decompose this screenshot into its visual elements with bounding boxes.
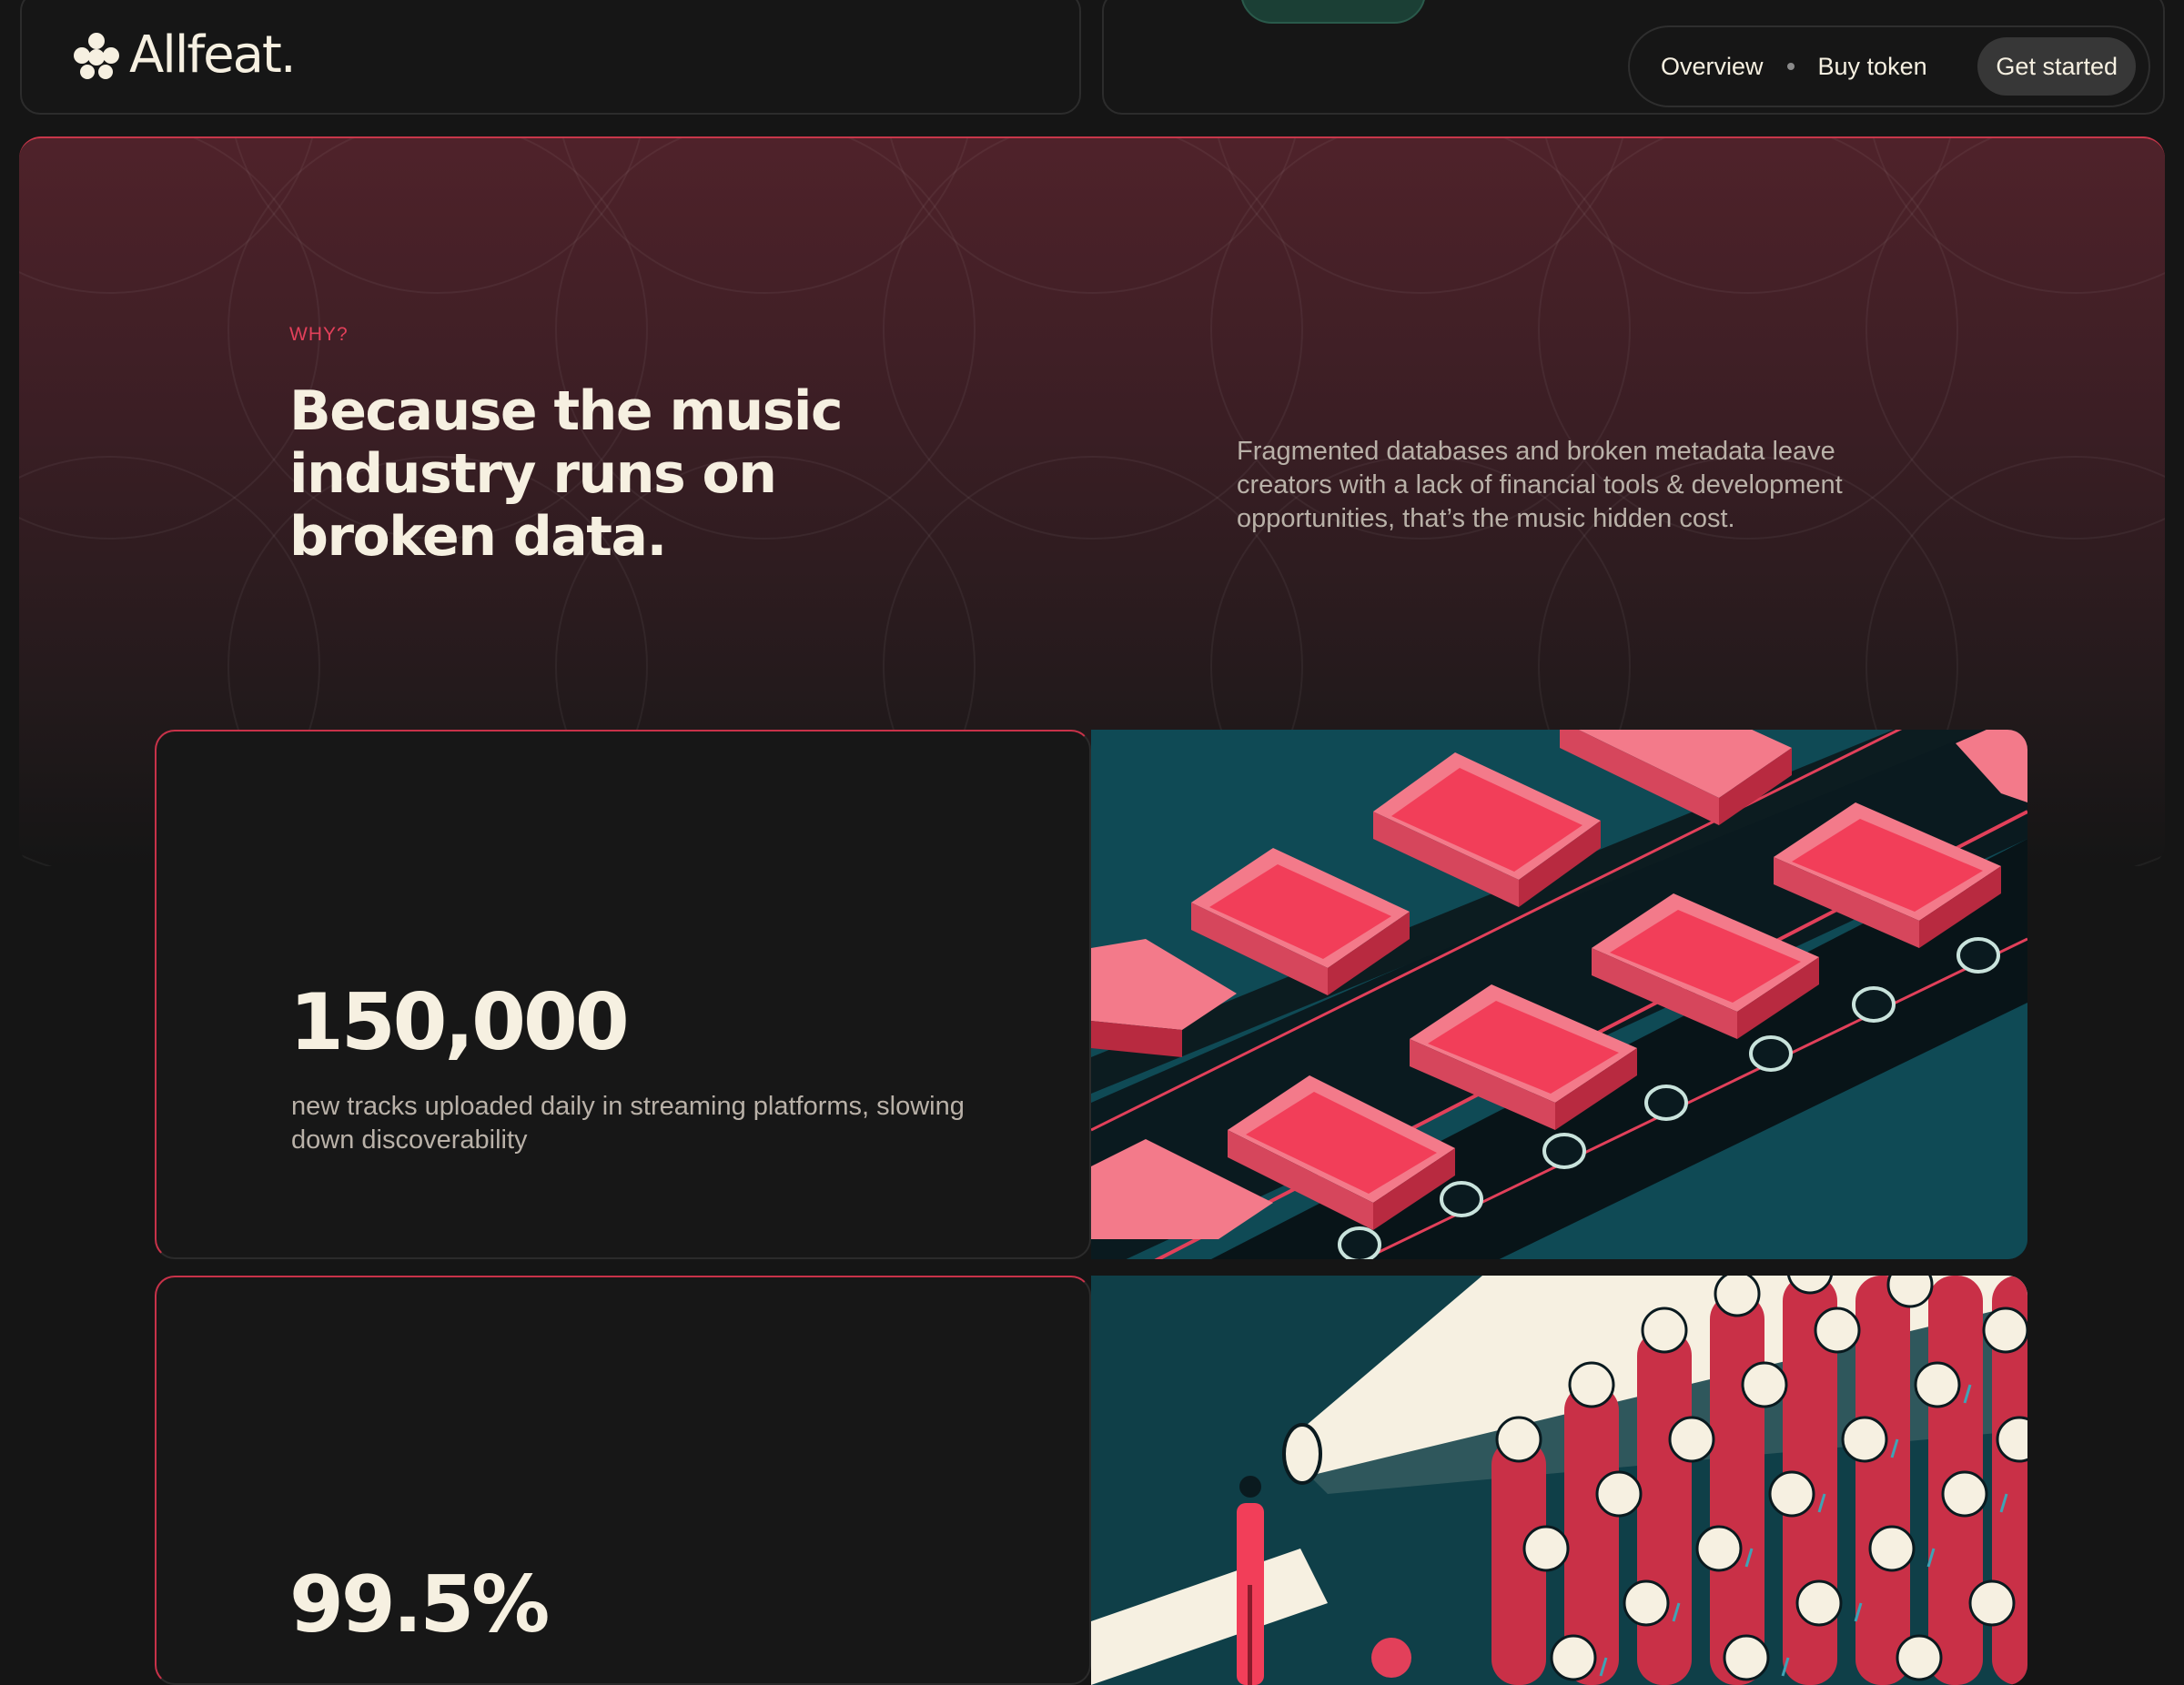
nav-overview-link[interactable]: Overview [1661,53,1764,81]
conveyor-belt-icon [1091,730,2027,1259]
stat-card: 99.5% [155,1276,1091,1685]
section-eyebrow: WHY? [289,324,349,345]
stat-value: 99.5% [289,1559,550,1650]
brand-name: Allfeat. [129,25,297,85]
stat-description: new tracks uploaded daily in streaming p… [291,1092,965,1155]
section-description: Fragmented databases and broken metadata… [1237,437,1843,533]
spotlight-crowd-icon [1091,1276,2027,1685]
nav-separator-dot [1786,63,1795,70]
stat-value: 150,000 [289,977,630,1068]
section-headline: Because the music industry runs on broke… [289,379,844,569]
nav-buy-token-link[interactable]: Buy token [1818,53,1927,81]
nav-card: Overview Buy token Get started [1102,0,2165,115]
spotlight-crowd-illustration [1091,1276,2027,1685]
get-started-button[interactable]: Get started [1977,37,2136,96]
logo[interactable]: Allfeat. [71,25,297,85]
conveyor-illustration [1091,730,2027,1259]
top-pill-button[interactable] [1240,0,1426,24]
allfeat-logo-icon [74,32,119,79]
main-nav: Overview Buy token Get started [1628,25,2150,107]
brand-card: Allfeat. [20,0,1081,115]
stat-card: 150,000 new tracks uploaded daily in str… [155,730,1091,1259]
